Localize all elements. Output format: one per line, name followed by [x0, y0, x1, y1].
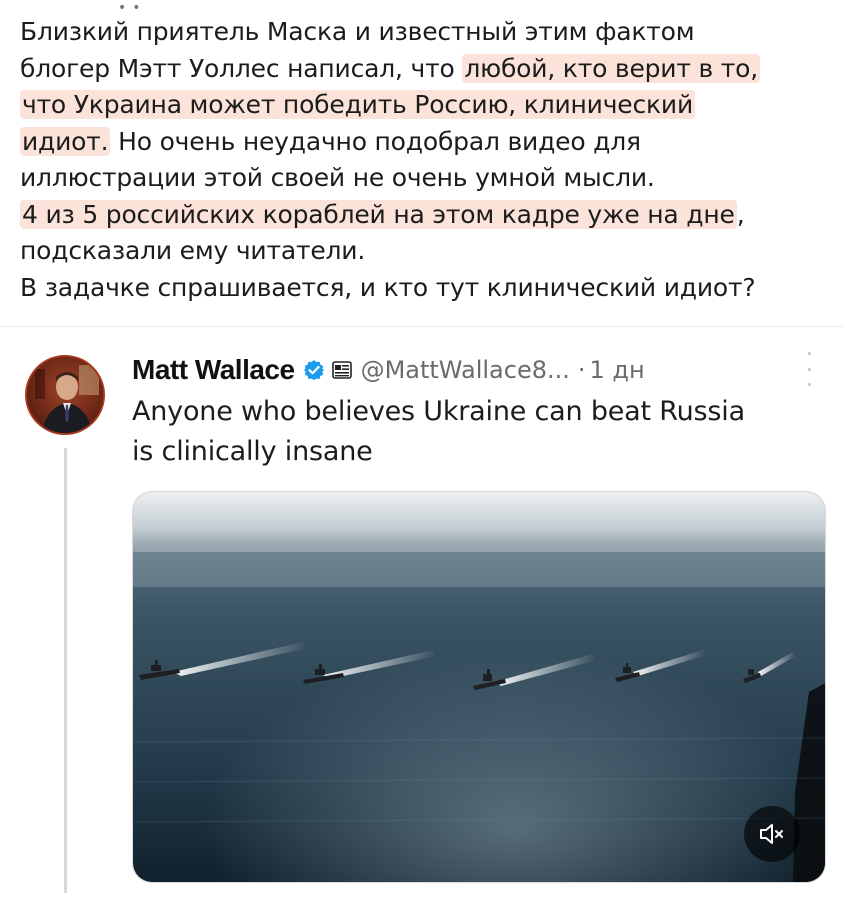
speaker-muted-icon — [760, 824, 783, 844]
author-name[interactable]: Matt Wallace — [132, 354, 295, 386]
post-commentary: Близкий приятель Маска и известный этим … — [20, 14, 825, 306]
highlighted-text: что Украина может победить Россию, клини… — [20, 90, 696, 119]
post-line: подсказали ему читатели. — [20, 233, 825, 270]
verified-badge-icon — [303, 359, 325, 381]
post-line: идиот. Но очень неудачно подобрал видео … — [20, 124, 825, 161]
affiliation-badge-icon — [331, 359, 353, 381]
post-text-segment: иллюстрации этой своей не очень умной мы… — [20, 163, 655, 192]
video-thumbnail — [133, 492, 825, 882]
post-line: блогер Мэтт Уоллес написал, что любой, к… — [20, 51, 825, 88]
avatar[interactable] — [25, 355, 105, 435]
avatar-photo — [27, 357, 103, 433]
divider — [0, 326, 843, 327]
tweet-time[interactable]: 1 дн — [590, 356, 645, 384]
post-text-segment: блогер Мэтт Уоллес написал, что — [20, 53, 463, 83]
post-line: Близкий приятель Маска и известный этим … — [20, 14, 825, 51]
post-line: В задачке спрашивается, и кто тут клинич… — [20, 270, 825, 307]
tweet-header: Matt Wallace @MattWallace8... · 1 дн — [132, 350, 645, 390]
highlighted-text: идиот. — [20, 126, 111, 156]
more-options-icon[interactable] — [806, 352, 812, 386]
tweet-text-line: Anyone who believes Ukraine can beat Rus… — [132, 396, 745, 427]
post-text-segment: Близкий приятель Маска и известный этим … — [20, 17, 695, 46]
highlighted-text: любой, кто верит в то, — [462, 53, 760, 83]
video-player[interactable] — [132, 491, 826, 883]
post-text-segment: подсказали ему читатели. — [20, 236, 366, 265]
tweet-text: Anyone who believes Ukraine can beat Rus… — [132, 392, 822, 472]
post-line: иллюстрации этой своей не очень умной мы… — [20, 160, 825, 197]
separator: · — [577, 356, 586, 384]
highlighted-text: 4 из 5 российских кораблей на этом кадре… — [20, 199, 737, 229]
author-handle[interactable]: @MattWallace8... — [361, 356, 570, 384]
thread-line — [64, 448, 67, 893]
post-line: что Украина может победить Россию, клини… — [20, 87, 825, 124]
post-line: 4 из 5 российских кораблей на этом кадре… — [20, 197, 825, 234]
post-text-segment: Но очень неудачно подобрал видео для — [110, 126, 641, 156]
post-text-segment: В задачке спрашивается, и кто тут клинич… — [20, 272, 756, 302]
post-text-segment: , — [736, 199, 745, 229]
tweet-text-line: is clinically insane — [132, 436, 373, 467]
mute-button[interactable] — [744, 806, 800, 862]
